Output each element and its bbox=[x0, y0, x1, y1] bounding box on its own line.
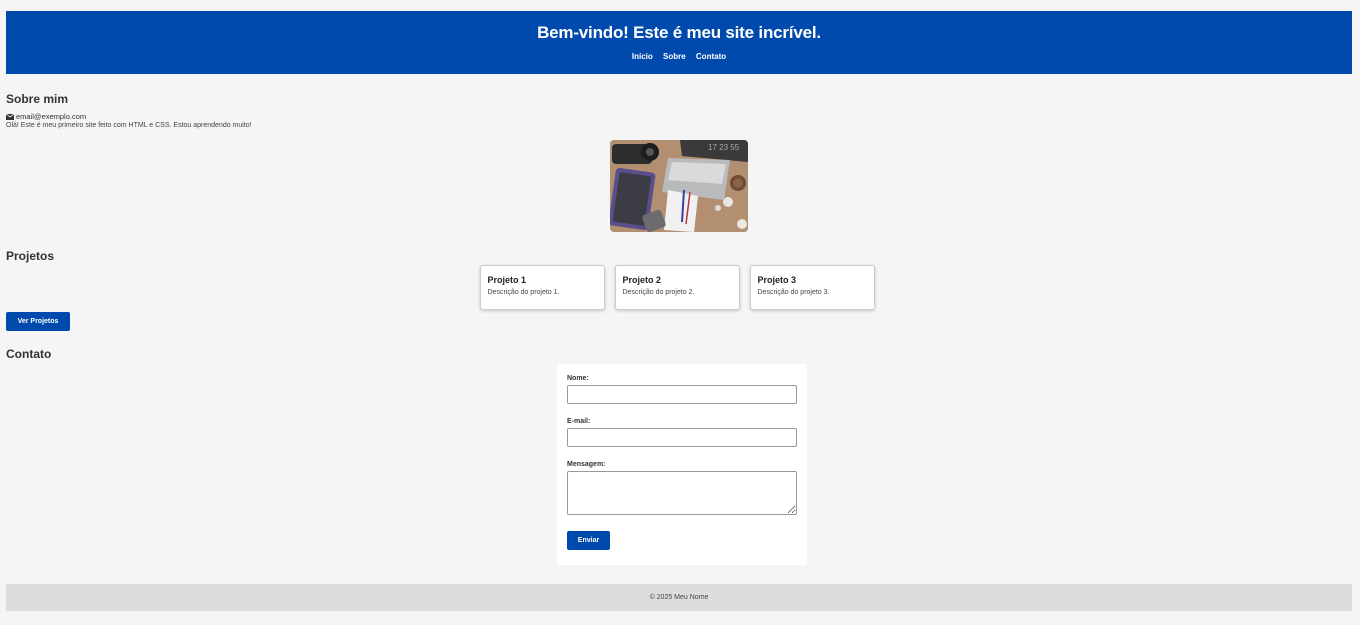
project-title: Projeto 2 bbox=[622, 275, 662, 285]
page: Bem-vindo! Este é meu site incrível. Iní… bbox=[0, 0, 1360, 611]
project-description: Descrição do projeto 1. bbox=[487, 289, 560, 296]
project-cards: Projeto 1 Descrição do projeto 1. Projet… bbox=[2, 265, 1352, 310]
svg-text:17 23 55: 17 23 55 bbox=[708, 143, 740, 152]
main-nav: Início Sobre Contato bbox=[6, 52, 1352, 61]
nav-link-sobre[interactable]: Sobre bbox=[663, 52, 686, 61]
email-group: E-mail: bbox=[567, 418, 797, 447]
project-card[interactable]: Projeto 3 Descrição do projeto 3. bbox=[749, 265, 875, 310]
contact-form: Nome: E-mail: Mensagem: Enviar bbox=[557, 364, 807, 565]
send-button[interactable]: Enviar bbox=[567, 531, 610, 550]
message-field[interactable] bbox=[567, 471, 797, 515]
desk-photo: 17 23 55 bbox=[610, 140, 748, 232]
projects-heading: Projetos bbox=[6, 249, 55, 263]
email-text: email@exemplo.com bbox=[16, 112, 87, 121]
project-description: Descrição do projeto 2. bbox=[622, 289, 695, 296]
message-group: Mensagem: bbox=[567, 461, 797, 515]
email-line: email@exemplo.com bbox=[6, 112, 1352, 121]
projects-section: Projetos Projeto 1 Descrição do projeto … bbox=[6, 249, 1352, 331]
envelope-icon bbox=[6, 113, 14, 120]
contact-heading: Contato bbox=[6, 347, 52, 361]
message-label: Mensagem: bbox=[567, 461, 606, 468]
email-field[interactable] bbox=[567, 428, 797, 447]
view-projects-button[interactable]: Ver Projetos bbox=[6, 312, 70, 331]
about-section: Sobre mim email@exemplo.com Olá! Este é … bbox=[6, 92, 1352, 232]
contact-section: Contato Nome: E-mail: Mensagem: Enviar bbox=[6, 347, 1352, 565]
email-label: E-mail: bbox=[567, 418, 591, 425]
site-footer: © 2025 Meu Nome bbox=[6, 584, 1352, 611]
project-card[interactable]: Projeto 1 Descrição do projeto 1. bbox=[479, 265, 605, 310]
about-heading: Sobre mim bbox=[6, 92, 69, 106]
name-group: Nome: bbox=[567, 375, 797, 404]
footer-text: © 2025 Meu Nome bbox=[649, 594, 709, 601]
project-card[interactable]: Projeto 2 Descrição do projeto 2. bbox=[614, 265, 740, 310]
site-title: Bem-vindo! Este é meu site incrível. bbox=[537, 23, 821, 42]
name-field[interactable] bbox=[567, 385, 797, 404]
project-description: Descrição do projeto 3. bbox=[757, 289, 830, 296]
project-title: Projeto 3 bbox=[757, 275, 797, 285]
nav-link-contato[interactable]: Contato bbox=[696, 52, 726, 61]
intro-text: Olá! Este é meu primeiro site feito com … bbox=[6, 122, 252, 129]
site-header: Bem-vindo! Este é meu site incrível. Iní… bbox=[6, 11, 1352, 74]
name-label: Nome: bbox=[567, 375, 589, 382]
nav-link-inicio[interactable]: Início bbox=[632, 52, 653, 61]
photo-wrapper: 17 23 55 bbox=[6, 140, 1352, 232]
project-title: Projeto 1 bbox=[487, 275, 527, 285]
